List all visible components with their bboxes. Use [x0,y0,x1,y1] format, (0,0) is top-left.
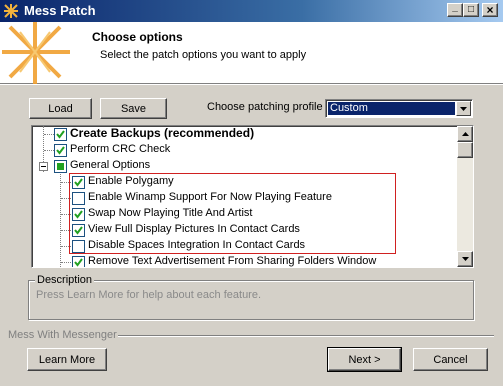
tree-item[interactable]: Enable Winamp Support For Now Playing Fe… [32,190,458,206]
checkbox[interactable] [72,192,85,205]
tree-item-label: Enable Winamp Support For Now Playing Fe… [88,191,332,203]
title-bar: Mess Patch _ □ × [0,0,503,22]
footer-divider [118,335,494,337]
minimize-button[interactable]: _ [447,1,463,17]
tree-item[interactable]: Perform CRC Check [32,142,458,158]
description-text: Press Learn More for help about each fea… [36,289,262,301]
window-title: Mess Patch [24,3,96,18]
scroll-up-icon[interactable] [457,126,473,142]
app-icon [4,4,18,18]
tree-item[interactable]: General Options [32,158,458,174]
profile-dropdown[interactable]: Custom [325,99,473,118]
options-tree[interactable]: Create Backups (recommended) Perform CRC… [31,125,474,268]
description-title: Description [35,274,95,286]
checkbox[interactable] [54,144,67,157]
scroll-down-icon[interactable] [457,251,473,267]
tree-item[interactable]: Disable Spaces Integration In Contact Ca… [32,238,458,254]
checkbox[interactable] [72,176,85,189]
tree-item[interactable]: Create Backups (recommended) [32,126,458,142]
tree-item[interactable]: Swap Now Playing Title And Artist [32,206,458,222]
logo-icon [0,22,78,84]
vertical-scrollbar[interactable] [457,126,473,267]
tree-item-label: View Full Display Pictures In Contact Ca… [88,223,300,235]
maximize-button[interactable]: □ [463,3,479,17]
close-button[interactable]: × [482,3,498,17]
tree-item-label: General Options [70,159,151,171]
cancel-button[interactable]: Cancel [413,348,488,371]
page-title: Choose options [92,30,183,44]
chevron-down-icon[interactable] [456,101,471,116]
close-icon: × [486,3,494,17]
tree-item-label: Perform CRC Check [70,143,171,155]
checkbox[interactable] [72,256,85,267]
tree-item[interactable]: View Full Display Pictures In Contact Ca… [32,222,458,238]
learn-more-button[interactable]: Learn More [27,348,107,371]
wizard-header: Choose options Select the patch options … [0,22,503,85]
maximize-icon: □ [467,4,475,15]
tree-item[interactable]: Enable Polygamy [32,174,458,190]
tree-item-label: Swap Now Playing Title And Artist [88,207,253,219]
checkbox[interactable] [54,128,67,141]
checkbox[interactable] [72,224,85,237]
tree-item[interactable]: Remove Text Advertisement From Sharing F… [32,254,458,267]
brand-label: Mess With Messenger [8,329,117,341]
checkbox[interactable] [72,208,85,221]
tree-item-label: Remove Text Advertisement From Sharing F… [88,255,377,267]
page-subtitle: Select the patch options you want to app… [100,49,307,61]
save-button[interactable]: Save [100,98,167,119]
scroll-thumb[interactable] [457,142,473,158]
checkbox[interactable] [72,240,85,253]
checkbox[interactable] [54,160,67,173]
next-button[interactable]: Next > [327,347,402,372]
minimize-icon: _ [452,1,458,13]
profile-selected-value: Custom [328,102,455,115]
tree-item-label: Disable Spaces Integration In Contact Ca… [88,239,306,251]
tree-item-label: Enable Polygamy [88,175,174,187]
load-button[interactable]: Load [29,98,92,119]
tree-item-label: Create Backups (recommended) [70,126,255,140]
profile-label: Choose patching profile [207,101,323,113]
